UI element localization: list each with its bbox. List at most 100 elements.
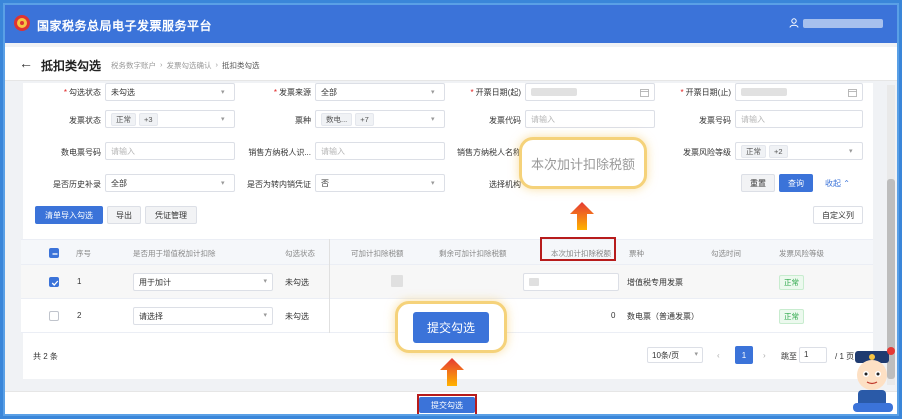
invoice-number-input[interactable]: 请输入 xyxy=(735,110,863,128)
label-invoice-status: 发票状态 xyxy=(69,116,101,125)
fixed-column-divider xyxy=(329,239,330,333)
risk-status-badge: 正常 xyxy=(779,275,804,290)
cell-invoice-type: 增值税专用发票 xyxy=(627,278,683,287)
list-import-button[interactable]: 清单导入勾选 xyxy=(35,206,103,224)
chevron-down-icon: ▾ xyxy=(263,312,267,319)
transfer-voucher-dropdown[interactable]: 否 ▾ xyxy=(315,174,445,192)
col-header: 勾选状态 xyxy=(285,249,315,258)
label-invoice-source: * 发票来源 xyxy=(273,88,311,97)
chevron-down-icon: ▾ xyxy=(221,89,225,96)
col-header: 是否用于增值税加计扣除 xyxy=(133,249,216,258)
chevron-down-icon: ▾ xyxy=(431,89,435,96)
col-header: 可加计扣除税额 xyxy=(351,249,404,258)
tag: 数电... xyxy=(321,112,353,126)
query-button[interactable]: 查询 xyxy=(779,174,813,192)
col-header: 发票风险等级 xyxy=(779,249,824,258)
amount-redacted xyxy=(529,278,539,286)
history-supplement-dropdown[interactable]: 全部 ▾ xyxy=(105,174,235,192)
invoice-type-multiselect[interactable]: 数电... +7 ▾ xyxy=(315,110,445,128)
arrow-up-icon xyxy=(570,202,594,230)
amount-redacted xyxy=(391,275,403,287)
tag-more: +3 xyxy=(139,112,158,126)
highlight-frame-submit xyxy=(417,394,477,414)
breadcrumb-current: 抵扣类勾选 xyxy=(222,61,260,70)
page-header: ← 抵扣类勾选 税务数字账户 › 发票勾选确认 › 抵扣类勾选 xyxy=(5,47,897,81)
digital-invoice-number-input[interactable]: 请输入 xyxy=(105,142,235,160)
export-button[interactable]: 导出 xyxy=(107,206,141,224)
callout-submit: 提交勾选 xyxy=(395,301,507,353)
tag-more: +7 xyxy=(355,112,374,126)
invoice-status-multiselect[interactable]: 正常 +3 ▾ xyxy=(105,110,235,128)
page-size-dropdown[interactable]: 10条/页 ▾ xyxy=(647,347,703,363)
label-issue-date-end: * 开票日期(止) xyxy=(680,88,731,97)
custom-columns-button[interactable]: 自定义列 xyxy=(813,206,863,224)
chevron-down-icon: ▾ xyxy=(849,148,853,155)
tag-more: +2 xyxy=(769,144,788,158)
tag: 正常 xyxy=(111,112,136,126)
tax-emblem-icon xyxy=(14,15,30,31)
cell-deduction-amount: 0 xyxy=(611,311,616,320)
breadcrumb-separator: › xyxy=(215,60,219,69)
issue-date-end-picker[interactable] xyxy=(735,83,863,101)
chevron-down-icon: ▾ xyxy=(694,351,698,358)
breadcrumb-item[interactable]: 税务数字账户 xyxy=(111,60,156,71)
table-header: 序号 是否用于增值税加计扣除 勾选状态 可加计扣除税额 剩余可加计扣除税额 本次… xyxy=(21,239,873,265)
breadcrumb: 税务数字账户 › 发票勾选确认 › 抵扣类勾选 xyxy=(111,60,260,71)
user-icon xyxy=(789,18,799,28)
deduction-amount-input[interactable] xyxy=(523,273,619,291)
highlight-frame-column xyxy=(540,237,616,261)
app-title: 国家税务总局电子发票服务平台 xyxy=(37,19,213,33)
row-checkbox[interactable] xyxy=(49,277,59,287)
reset-button[interactable]: 重置 xyxy=(741,174,775,192)
label-seller-name: 销售方纳税人名称 xyxy=(457,148,521,157)
page-number-current[interactable]: 1 xyxy=(735,346,753,364)
goto-page-input[interactable]: 1 xyxy=(799,347,827,363)
deduction-use-dropdown[interactable]: 请选择 ▾ xyxy=(133,307,273,325)
label-issue-date-start: * 开票日期(起) xyxy=(470,88,521,97)
label-transfer-voucher: 是否为转内销凭证 xyxy=(247,180,311,189)
chevron-down-icon: ▾ xyxy=(263,278,267,285)
invoice-code-input[interactable]: 请输入 xyxy=(525,110,655,128)
table-row[interactable]: 1 用于加计 ▾ 未勾选 增值税专用发票 正常 xyxy=(21,265,873,299)
next-page-arrow-icon[interactable]: › xyxy=(763,351,766,360)
label-invoice-code: 发票代码 xyxy=(489,116,521,125)
risk-level-multiselect[interactable]: 正常 +2 ▾ xyxy=(735,142,863,160)
app-window: 国家税务总局电子发票服务平台 ← 抵扣类勾选 税务数字账户 › 发票勾选确认 ›… xyxy=(3,3,899,416)
date-value-redacted xyxy=(531,88,577,96)
user-name-redacted xyxy=(803,18,883,28)
breadcrumb-separator: › xyxy=(160,60,163,69)
voucher-manage-button[interactable]: 凭证管理 xyxy=(145,206,197,224)
calendar-icon xyxy=(640,89,649,97)
label-invoice-type: 票种 xyxy=(295,116,311,125)
invoice-source-dropdown[interactable]: 全部 ▾ xyxy=(315,83,445,101)
callout-label: 本次加计扣除税额 xyxy=(530,156,635,172)
label-invoice-number: 发票号码 xyxy=(699,116,731,125)
goto-label: 跳至 xyxy=(781,352,797,361)
tax-assistant-mascot-icon[interactable] xyxy=(849,345,899,416)
issue-date-start-picker[interactable] xyxy=(525,83,655,101)
cell-index: 2 xyxy=(77,311,82,320)
cell-status: 未勾选 xyxy=(285,278,309,287)
prev-page-arrow-icon[interactable]: ‹ xyxy=(717,351,720,360)
chevron-down-icon: ▾ xyxy=(221,116,225,123)
risk-status-badge: 正常 xyxy=(779,309,804,324)
deduction-use-dropdown[interactable]: 用于加计 ▾ xyxy=(133,273,273,291)
calendar-icon xyxy=(848,89,857,97)
top-bar: 国家税务总局电子发票服务平台 xyxy=(5,5,897,43)
cell-invoice-type: 数电票（普通发票） xyxy=(627,312,699,321)
col-header: 勾选时间 xyxy=(711,249,741,258)
total-count: 共 2 条 xyxy=(33,352,58,361)
breadcrumb-item[interactable]: 发票勾选确认 xyxy=(167,60,212,71)
label-select-org: 选择机构 xyxy=(489,180,521,189)
page-title: 抵扣类勾选 xyxy=(41,59,102,73)
select-status-dropdown[interactable]: 未勾选 ▾ xyxy=(105,83,235,101)
row-checkbox[interactable] xyxy=(49,311,59,321)
collapse-toggle[interactable]: 收起 ⌃ xyxy=(825,178,850,189)
label-history-supplement: 是否历史补录 xyxy=(53,180,101,189)
back-arrow-icon[interactable]: ← xyxy=(19,55,33,71)
cell-index: 1 xyxy=(77,277,82,286)
col-header: 票种 xyxy=(629,249,644,258)
callout-submit-button: 提交勾选 xyxy=(412,311,489,343)
user-menu[interactable] xyxy=(789,18,883,28)
select-all-checkbox[interactable] xyxy=(49,248,59,258)
